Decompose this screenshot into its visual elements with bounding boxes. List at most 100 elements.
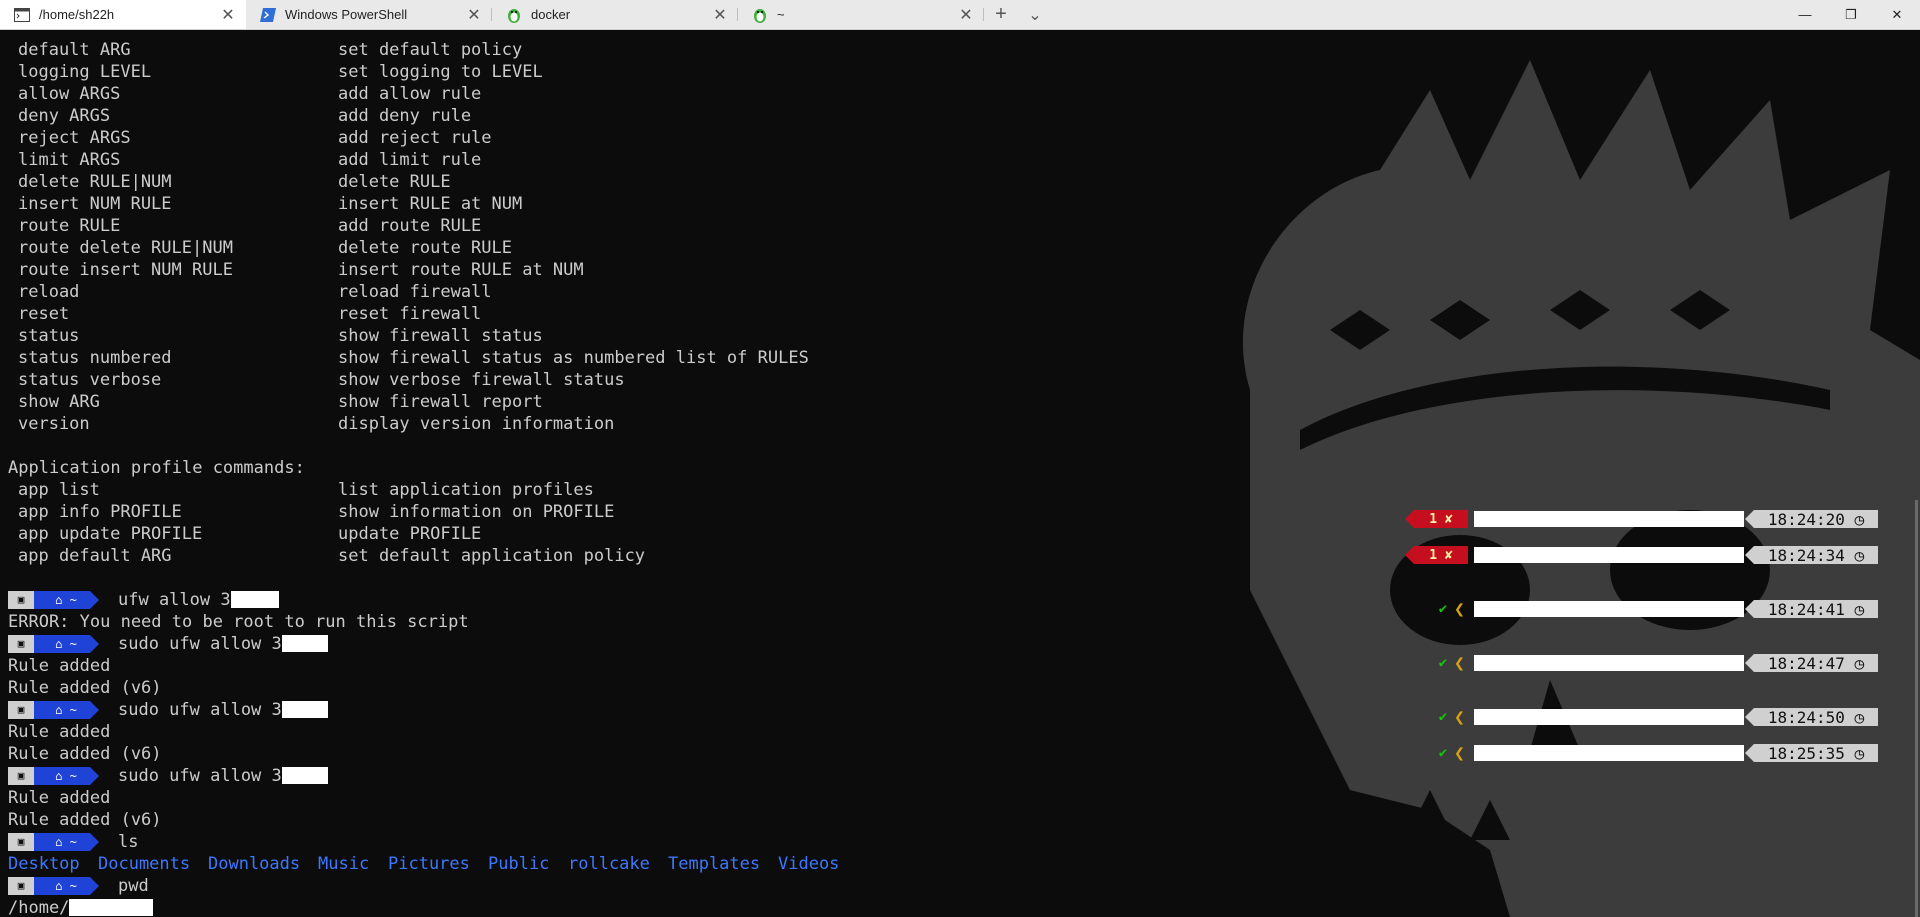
command-output: Rule added (v6)	[8, 744, 162, 764]
right-prompt: ✔ ❮ 18:24:50 ◷	[1432, 706, 1878, 728]
tab-windows-powershell[interactable]: Windows PowerShell ✕	[246, 0, 492, 29]
command-text: sudo ufw allow 3	[118, 699, 328, 721]
redacted-user-host	[1474, 547, 1744, 563]
tab-home-sh22h[interactable]: /home/sh22h ✕	[0, 0, 246, 29]
close-icon[interactable]: ✕	[218, 5, 238, 25]
help-command: default ARG	[18, 40, 131, 60]
help-row: reject ARGS add reject rule	[8, 127, 492, 149]
help-description: show firewall status	[338, 326, 543, 346]
chevron-left-icon: ❮	[1454, 706, 1465, 728]
prompt-line: ▣ ⌂ ~ sudo ufw allow 3	[8, 765, 328, 787]
help-description: set logging to LEVEL	[338, 62, 543, 82]
prompt-line: ▣ ⌂ ~ sudo ufw allow 3	[8, 699, 328, 721]
dir-segment: ⌂ ~	[34, 591, 99, 609]
home-icon: ⌂	[55, 769, 63, 783]
command: ls	[118, 832, 139, 852]
close-window-button[interactable]: ✕	[1874, 0, 1920, 29]
help-row: app info PROFILE show information on PROF…	[8, 501, 614, 523]
crowned-skull-background-image	[1242, 60, 1920, 917]
time-text: 18:24:50	[1767, 707, 1845, 727]
redacted-port	[281, 767, 328, 784]
command-output: Rule added	[8, 722, 111, 742]
ls-output-line: Desktop Documents Downloads Music Pictur…	[8, 853, 839, 875]
prompt-line: ▣ ⌂ ~ sudo ufw allow 3	[8, 633, 328, 655]
powershell-icon	[260, 7, 276, 23]
exit-status-ok: ✔	[1438, 709, 1448, 725]
close-icon[interactable]: ✕	[956, 5, 976, 25]
prompt-line: ▣ ⌂ ~ pwd	[8, 875, 149, 897]
help-command: reset	[18, 304, 70, 324]
command-timestamp: 18:24:41 ◷	[1745, 600, 1878, 619]
os-segment: ▣	[8, 833, 43, 851]
redacted-user-host	[1474, 601, 1744, 617]
output-line: Rule added (v6)	[8, 809, 162, 831]
help-description: list application profiles	[338, 480, 594, 500]
exit-status-error: 1 ✘	[1405, 546, 1468, 564]
help-description: add limit rule	[338, 150, 482, 170]
help-row: default ARG set default policy	[8, 39, 522, 61]
current-dir: ~	[69, 769, 77, 783]
redacted-port	[281, 635, 328, 652]
tab-title: /home/sh22h	[39, 7, 115, 22]
clock-icon: ◷	[1854, 545, 1865, 565]
close-icon[interactable]: ✕	[464, 5, 484, 25]
help-description: delete route RULE	[338, 238, 512, 258]
redacted-user-host	[1474, 655, 1744, 671]
exit-status-error: 1 ✘	[1405, 510, 1468, 528]
help-description: show firewall status as numbered list of…	[338, 348, 809, 368]
command-output: /home/	[8, 897, 154, 917]
help-command: logging LEVEL	[18, 62, 152, 82]
minimize-button[interactable]: —	[1782, 0, 1828, 29]
redacted-port	[230, 591, 279, 608]
help-command: delete RULE|NUM	[18, 172, 172, 192]
prompt: ▣ ⌂ ~	[8, 767, 99, 785]
scrollbar[interactable]	[1915, 500, 1918, 917]
maximize-button[interactable]: ❐	[1828, 0, 1874, 29]
dir-segment: ⌂ ~	[34, 635, 99, 653]
current-dir: ~	[69, 703, 77, 717]
exit-status-ok: ✔	[1438, 601, 1448, 617]
help-description: update PROFILE	[338, 524, 482, 544]
redacted-username	[69, 899, 154, 916]
output-line: Rule added (v6)	[8, 677, 162, 699]
os-segment: ▣	[8, 701, 43, 719]
help-command: app info PROFILE	[18, 502, 182, 522]
command-text: ls	[118, 831, 138, 853]
help-command: status	[18, 326, 80, 346]
output-line: Rule added	[8, 655, 110, 677]
right-prompt: 1 ✘ 18:24:20 ◷	[1405, 510, 1878, 529]
redacted-user-host	[1474, 745, 1744, 761]
tab-dropdown-button[interactable]: ⌄	[1018, 0, 1052, 29]
output-line: Rule added (v6)	[8, 743, 162, 765]
command-output: Rule added	[8, 656, 111, 676]
linux-penguin-icon	[752, 7, 768, 23]
terminal-pane[interactable]: default ARG set default policy logging LE…	[0, 30, 1920, 917]
section-heading: Application profile commands:	[8, 458, 305, 478]
output-line: ERROR: You need to be root to run this s…	[8, 611, 469, 633]
help-command: route RULE	[18, 216, 121, 236]
command: sudo ufw allow 3	[118, 634, 282, 654]
help-description: show firewall report	[338, 392, 543, 412]
new-tab-button[interactable]: +	[984, 0, 1018, 29]
help-command: limit ARGS	[18, 150, 121, 170]
current-dir: ~	[69, 879, 77, 893]
terminal-icon: ▣	[17, 835, 25, 848]
home-icon: ⌂	[55, 593, 63, 607]
chevron-left-icon: ❮	[1454, 598, 1465, 620]
help-description: show verbose firewall status	[338, 370, 625, 390]
command-timestamp: 18:24:34 ◷	[1745, 545, 1878, 565]
command-output: Rule added (v6)	[8, 810, 162, 830]
close-icon[interactable]: ✕	[710, 5, 730, 25]
help-row: reset reset firewall	[8, 303, 481, 325]
tab-docker[interactable]: docker ✕	[492, 0, 738, 29]
command: ufw allow 3	[118, 590, 231, 610]
ls-dir-entry: Desktop	[8, 854, 80, 874]
help-command: status verbose	[18, 370, 162, 390]
prompt: ▣ ⌂ ~	[8, 591, 99, 609]
command: pwd	[118, 876, 149, 896]
help-row: delete RULE|NUM delete RULE	[8, 171, 451, 193]
tab-home-tilde[interactable]: ~ ✕	[738, 0, 984, 29]
help-row: insert NUM RULE insert RULE at NUM	[8, 193, 522, 215]
help-row: version display version information	[8, 413, 614, 435]
